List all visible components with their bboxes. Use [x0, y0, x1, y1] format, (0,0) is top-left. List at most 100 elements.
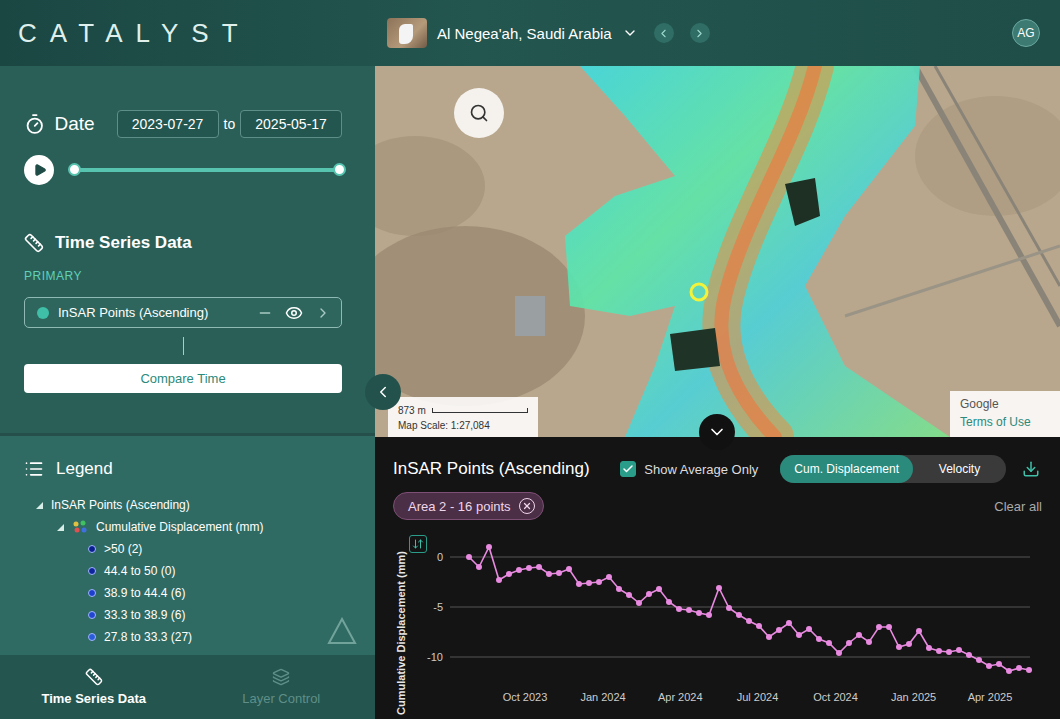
series-point[interactable]	[956, 647, 962, 653]
series-point[interactable]	[906, 641, 912, 647]
series-point[interactable]	[816, 636, 822, 642]
previous-location-button[interactable]	[654, 23, 674, 43]
series-point[interactable]	[876, 624, 882, 630]
chip-remove-button[interactable]	[519, 498, 535, 514]
series-point[interactable]	[626, 592, 632, 598]
series-point[interactable]	[986, 663, 992, 669]
series-point[interactable]	[866, 639, 872, 645]
series-point[interactable]	[636, 600, 642, 606]
range-end-handle[interactable]	[333, 163, 346, 176]
legend-layer-row[interactable]: InSAR Points (Ascending)	[24, 494, 351, 516]
series-point[interactable]	[786, 620, 792, 626]
logo[interactable]: CATALYST	[0, 18, 375, 49]
series-point[interactable]	[516, 567, 522, 573]
series-point[interactable]	[656, 586, 662, 592]
collapse-panel-button[interactable]	[365, 374, 401, 410]
compare-time-button[interactable]: Compare Time	[24, 364, 342, 393]
series-point[interactable]	[966, 652, 972, 658]
next-location-button[interactable]	[690, 23, 710, 43]
download-button[interactable]	[1022, 460, 1040, 478]
mode-button[interactable]: Velocity	[913, 455, 1006, 483]
series-point[interactable]	[716, 585, 722, 591]
series-point[interactable]	[776, 627, 782, 633]
series-point[interactable]	[606, 574, 612, 580]
eye-icon[interactable]	[285, 304, 303, 322]
series-point[interactable]	[526, 565, 532, 571]
series-point[interactable]	[576, 581, 582, 587]
series-point[interactable]	[496, 577, 502, 583]
show-average-checkbox[interactable]: Show Average Only	[620, 461, 758, 477]
expand-triangle-icon[interactable]	[57, 524, 64, 531]
panel-tab[interactable]: Time Series Data	[0, 655, 188, 719]
insar-overlay	[565, 66, 950, 437]
series-point[interactable]	[556, 570, 562, 576]
legend-group-row[interactable]: Cumulative Displacement (mm)	[24, 516, 351, 538]
series-point[interactable]	[676, 606, 682, 612]
ruler-icon	[24, 233, 44, 253]
series-point[interactable]	[706, 612, 712, 618]
series-point[interactable]	[846, 640, 852, 646]
series-point[interactable]	[976, 657, 982, 663]
collapse-chart-button[interactable]	[699, 414, 735, 450]
series-point[interactable]	[646, 591, 652, 597]
series-point[interactable]	[466, 554, 472, 560]
series-point[interactable]	[486, 544, 492, 550]
end-date-field[interactable]: 2025-05-17	[240, 110, 342, 138]
series-point[interactable]	[916, 628, 922, 634]
series-point[interactable]	[746, 618, 752, 624]
dropdown-chevron-icon[interactable]	[622, 25, 638, 41]
series-point[interactable]	[586, 580, 592, 586]
timeline-slider[interactable]	[74, 168, 339, 172]
play-button[interactable]	[24, 155, 54, 185]
selected-area-marker[interactable]	[691, 284, 707, 300]
series-point[interactable]	[506, 571, 512, 577]
series-point[interactable]	[856, 632, 862, 638]
location-name[interactable]: Al Negea'ah, Saudi Arabia	[437, 25, 612, 42]
series-point[interactable]	[546, 571, 552, 577]
series-point[interactable]	[826, 640, 832, 646]
series-point[interactable]	[806, 626, 812, 632]
series-point[interactable]	[566, 566, 572, 572]
map-view[interactable]: 873 mMap Scale: 1:27,084GoogleTerms of U…	[375, 66, 1060, 437]
area-chip[interactable]: Area 2 - 16 points	[393, 492, 544, 520]
start-date-field[interactable]: 2023-07-27	[117, 110, 219, 138]
panel-tab[interactable]: Layer Control	[188, 655, 376, 719]
series-point[interactable]	[1016, 665, 1022, 671]
series-point[interactable]	[726, 605, 732, 611]
series-point[interactable]	[616, 586, 622, 592]
series-point[interactable]	[896, 644, 902, 650]
terrain	[375, 226, 585, 406]
series-point[interactable]	[686, 607, 692, 613]
expand-triangle-icon[interactable]	[36, 502, 43, 509]
series-point[interactable]	[996, 661, 1002, 667]
series-point[interactable]	[946, 649, 952, 655]
series-point[interactable]	[886, 624, 892, 630]
series-point[interactable]	[796, 632, 802, 638]
series-point[interactable]	[596, 579, 602, 585]
series-point[interactable]	[666, 599, 672, 605]
series-point[interactable]	[766, 634, 772, 640]
minus-icon[interactable]	[257, 305, 273, 321]
user-avatar[interactable]: AG	[1012, 19, 1040, 47]
clear-all-button[interactable]: Clear all	[994, 499, 1042, 514]
checkbox[interactable]	[620, 461, 636, 477]
x-tick-label: Oct 2023	[503, 691, 548, 703]
mode-button[interactable]: Cum. Displacement	[780, 455, 913, 483]
series-point[interactable]	[696, 610, 702, 616]
y-axis-label: Cumulative Displacement (mm)	[395, 551, 407, 715]
terms-link[interactable]: Terms of Use	[960, 415, 1050, 429]
series-point[interactable]	[476, 564, 482, 570]
map-search-button[interactable]	[454, 88, 504, 138]
layer-card[interactable]: InSAR Points (Ascending)	[24, 297, 342, 328]
series-point[interactable]	[536, 564, 542, 570]
chevron-right-icon[interactable]	[315, 305, 331, 321]
series-point[interactable]	[836, 650, 842, 656]
axis-toggle-button[interactable]	[409, 535, 427, 553]
series-point[interactable]	[756, 623, 762, 629]
series-point[interactable]	[1026, 667, 1032, 673]
series-point[interactable]	[936, 648, 942, 654]
series-point[interactable]	[736, 612, 742, 618]
range-start-handle[interactable]	[68, 163, 81, 176]
series-point[interactable]	[926, 645, 932, 651]
series-point[interactable]	[1006, 668, 1012, 674]
